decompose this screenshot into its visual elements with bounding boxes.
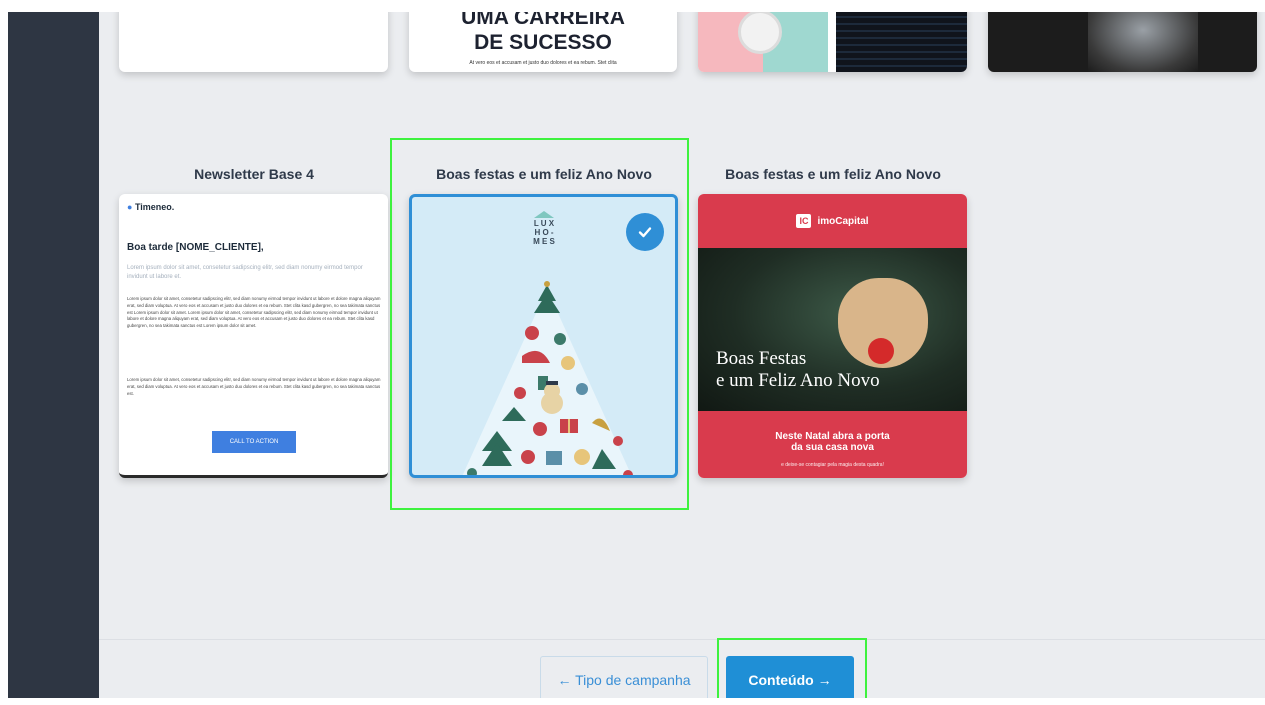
imocapital-brand-name: imoCapital [817, 215, 869, 227]
product-photo [1088, 12, 1198, 72]
newsletter-body-2: Lorem ipsum dolor sit amet, consetetur s… [127, 377, 381, 396]
newsletter-cta-button: CALL TO ACTION [212, 431, 296, 453]
career-heading-line2: DE SUCESSO [474, 31, 612, 54]
newsletter-logo: ● Timeneo. [127, 202, 174, 212]
template-card-partial-1[interactable] [119, 12, 388, 72]
template-card-imocapital[interactable]: IC imoCapital Boas Festas e um Feliz Ano… [698, 194, 967, 478]
back-to-campaign-type-button[interactable]: ← Tipo de campanha [540, 656, 708, 698]
template-gallery: UMA CARREIRA DE SUCESSO At vero eos et a… [99, 12, 1265, 698]
imocapital-footer: Neste Natal abra a porta da sua casa nov… [698, 411, 967, 478]
imocapital-headline-line2: e um Feliz Ano Novo [716, 370, 880, 391]
newsletter-lead: Lorem ipsum dolor sit amet, consetetur s… [127, 265, 363, 280]
newsletter-greeting: Boa tarde [NOME_CLIENTE], [127, 242, 264, 253]
code-screen-image [836, 12, 967, 72]
imocapital-header: IC imoCapital [698, 194, 967, 248]
imocapital-hero-image: Boas Festas e um Feliz Ano Novo [698, 248, 967, 411]
template-title-imocapital: Boas festas e um feliz Ano Novo [725, 166, 941, 182]
imocapital-headline-line1: Boas Festas [716, 348, 807, 369]
selected-template-highlight [390, 138, 689, 510]
template-card-partial-4[interactable] [988, 12, 1257, 72]
sidebar [8, 12, 99, 698]
template-card-newsletter[interactable]: ● Timeneo. Boa tarde [NOME_CLIENTE], Lor… [119, 194, 388, 478]
newsletter-logo-text: Timeneo. [134, 202, 175, 212]
template-card-partial-3[interactable] [698, 12, 967, 72]
career-heading-line1: UMA CARREIRA [461, 12, 625, 29]
next-button-highlight [717, 638, 867, 698]
logo-dot-icon: ● [127, 202, 133, 212]
career-caption: At vero eos et accusam et justo duo dolo… [469, 60, 617, 66]
imocapital-sub-line1: Neste Natal abra a porta [775, 431, 890, 442]
reindeer-nose [868, 338, 894, 364]
newsletter-body-1: Lorem ipsum dolor sit amet, consetetur s… [127, 296, 381, 329]
imocapital-sub-line2: da sua casa nova [791, 442, 874, 453]
template-card-career[interactable]: UMA CARREIRA DE SUCESSO At vero eos et a… [409, 12, 677, 72]
template-title-newsletter: Newsletter Base 4 [194, 166, 314, 182]
imocapital-brand-mark: IC [796, 214, 812, 228]
imocapital-small-text: e deixe-se contagiar pela magia desta qu… [781, 462, 884, 468]
alarm-clock-image [738, 12, 782, 54]
